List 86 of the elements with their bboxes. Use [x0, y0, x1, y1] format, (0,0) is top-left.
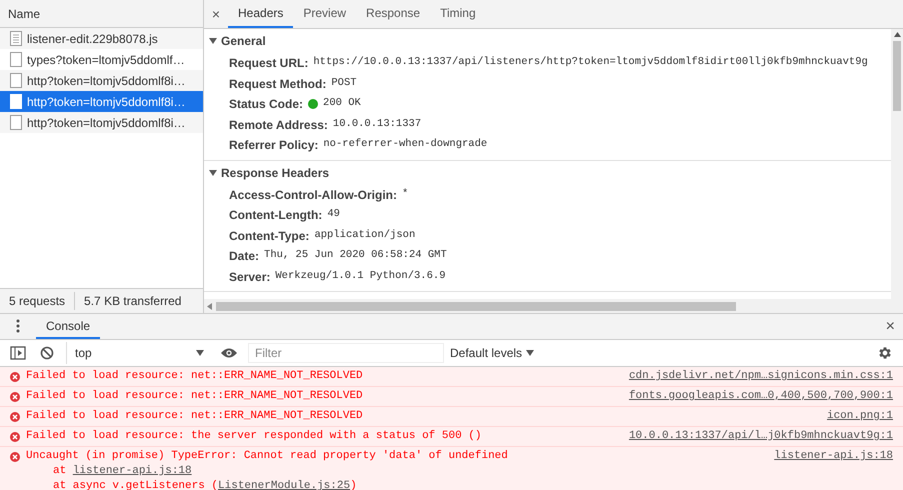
- scroll-up-arrow-icon[interactable]: [894, 32, 900, 37]
- expand-triangle-icon[interactable]: [209, 38, 217, 44]
- close-button[interactable]: ×: [886, 314, 895, 339]
- clear-console-icon[interactable]: [40, 346, 54, 360]
- message-text: Failed to load resource: net::ERR_NAME_NOT_RESOLVED: [26, 389, 364, 404]
- context-value: top: [75, 345, 92, 362]
- request-row[interactable]: listener-edit.229b8078.js: [0, 28, 203, 49]
- horizontal-scrollbar[interactable]: [204, 299, 903, 313]
- source-link[interactable]: fonts.googleapis.com…0,400,500,700,900:1: [628, 389, 893, 404]
- source-link[interactable]: icon.png:1: [826, 409, 893, 424]
- script-file-icon: [10, 31, 22, 46]
- header-name: Request Method:: [229, 76, 326, 93]
- header-value: application/json: [314, 228, 416, 243]
- message-text: Failed to load resource: the server responded with a status of 500 (): [26, 429, 482, 444]
- stack-line: at listener-api.js:18: [52, 464, 193, 479]
- source-link[interactable]: 10.0.0.13:1337/api/l…j0kfb9mhnckuavt9g:1: [628, 429, 893, 444]
- document-icon: [10, 94, 22, 109]
- details-tab[interactable]: Response: [356, 0, 430, 28]
- error-icon: [10, 432, 20, 442]
- header-value: https://10.0.0.13:1337/api/listeners/http?token=ltomjv5ddomlf8idirt00llj0kfb9mhnckuavt9g: [313, 55, 868, 70]
- scrollbar-thumb[interactable]: [893, 41, 901, 111]
- error-icon: [10, 412, 20, 422]
- header-value: POST: [331, 76, 357, 91]
- request-name: http?token=ltomjv5ddomlf8i…: [27, 114, 186, 132]
- message-text: Failed to load resource: net::ERR_NAME_NOT_RESOLVED: [26, 409, 364, 424]
- request-name: http?token=ltomjv5ddomlf8i…: [27, 72, 186, 90]
- sidebar-toggle-icon[interactable]: [10, 346, 26, 360]
- section-header[interactable]: General: [204, 29, 891, 53]
- source-link[interactable]: cdn.jsdelivr.net/npm…signicons.min.css:1: [628, 369, 893, 384]
- scroll-left-arrow-icon[interactable]: [207, 302, 212, 310]
- section-header[interactable]: Response Headers: [204, 160, 891, 184]
- scrollbar-thumb[interactable]: [216, 302, 736, 310]
- request-name: listener-edit.229b8078.js: [27, 30, 158, 48]
- source-link[interactable]: listener-api.js:18: [774, 449, 893, 464]
- request-row[interactable]: http?token=ltomjv5ddomlf8i…: [0, 112, 203, 133]
- header-value: 49: [327, 207, 340, 222]
- header-value: Werkzeug/1.0.1 Python/3.6.9: [275, 268, 446, 284]
- header-value: 10.0.0.13:1337: [332, 116, 422, 132]
- request-name: http?token=ltomjv5ddomlf8i…: [27, 94, 186, 110]
- header-name: Date:: [229, 248, 260, 266]
- details-tab[interactable]: Timing: [430, 0, 486, 28]
- source-link[interactable]: ListenerModule.js:25: [218, 480, 350, 490]
- close-button[interactable]: ×: [204, 0, 228, 28]
- header-name: Remote Address:: [229, 116, 328, 134]
- document-icon: [10, 73, 22, 88]
- header-value: no-referrer-when-downgrade: [323, 137, 488, 152]
- vertical-scrollbar[interactable]: [891, 29, 903, 299]
- header-name: Access-Control-Allow-Origin:: [229, 186, 398, 204]
- request-name: types?token=ltomjv5ddomlf…: [27, 52, 185, 68]
- document-icon: [10, 115, 22, 130]
- request-row[interactable]: http?token=ltomjv5ddomlf8i…: [0, 70, 203, 91]
- document-icon: [10, 52, 22, 67]
- message-text: Uncaught (in promise) TypeError: Cannot read property 'data' of undefined: [26, 449, 509, 464]
- stack-line: at async v.getListeners (ListenerModule.js:25): [52, 479, 358, 490]
- header-name: Status Code:: [229, 96, 304, 114]
- filter-field[interactable]: Filter: [248, 343, 444, 363]
- header-name: Content-Type:: [229, 228, 310, 245]
- request-row[interactable]: http?token=ltomjv5ddomlf8i…: [0, 91, 203, 112]
- error-icon: [10, 452, 20, 462]
- error-icon: [10, 392, 20, 402]
- settings-icon[interactable]: [877, 345, 893, 361]
- summary-text: 5.7 KB transferred: [74, 292, 190, 310]
- eye-icon[interactable]: [220, 347, 238, 359]
- context-select[interactable]: top: [66, 342, 208, 364]
- details-tab[interactable]: Preview: [293, 0, 356, 28]
- details-tab[interactable]: Headers: [228, 0, 294, 28]
- expand-triangle-icon[interactable]: [209, 170, 217, 176]
- header-name: Content-Length:: [229, 207, 322, 224]
- header-value: 200 OK: [323, 96, 361, 112]
- dropdown-arrow-icon: [196, 350, 204, 356]
- header-name: Server:: [229, 268, 270, 286]
- header-name: Request URL:: [229, 55, 308, 72]
- section-title: General: [221, 33, 266, 50]
- more-options-icon[interactable]: [16, 319, 20, 333]
- summary-text: 5 requests: [8, 293, 66, 310]
- header-name: Referrer Policy:: [229, 137, 318, 154]
- header-value: Thu, 25 Jun 2020 06:58:24 GMT: [264, 248, 447, 264]
- section-title: Response Headers: [221, 164, 330, 182]
- header-value: *: [402, 186, 408, 202]
- message-text: Failed to load resource: net::ERR_NAME_NOT_RESOLVED: [26, 369, 364, 384]
- error-icon: [10, 372, 20, 382]
- levels-dropdown[interactable]: Default levels: [450, 344, 534, 362]
- column-header[interactable]: Name: [0, 0, 203, 28]
- console-tab[interactable]: Console: [36, 314, 100, 339]
- dropdown-arrow-icon: [526, 350, 534, 356]
- source-link[interactable]: listener-api.js:18: [72, 465, 192, 477]
